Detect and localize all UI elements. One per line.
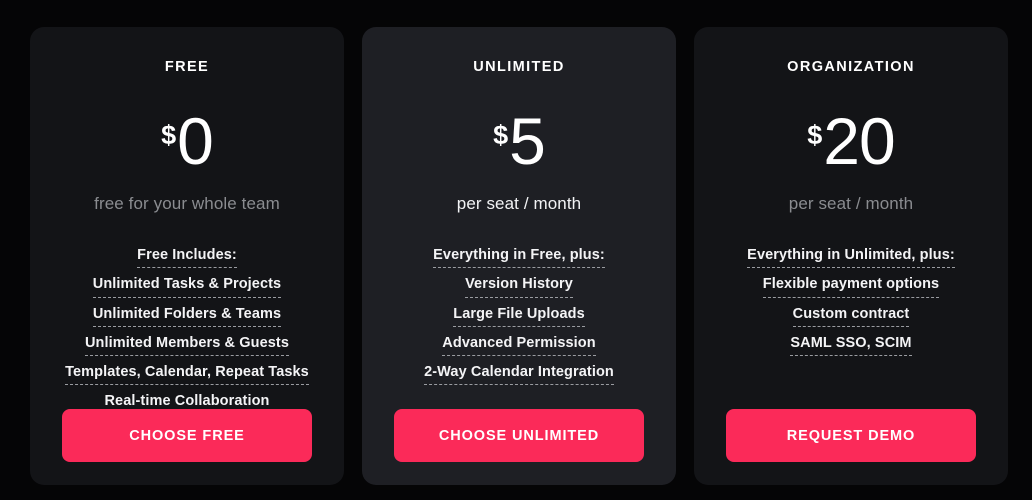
list-item: Version History [465, 276, 573, 298]
feature-list-unlimited: Everything in Free, plus: Version Histor… [362, 247, 676, 385]
currency-symbol: $ [161, 119, 177, 150]
list-item: Unlimited Folders & Teams [92, 306, 282, 327]
list-item: Flexible payment options [762, 276, 940, 298]
list-item: Advanced Permission [442, 335, 596, 356]
currency-symbol: $ [493, 119, 509, 150]
plan-card-organization: ORGANIZATION $ 20 per seat / month Every… [694, 27, 1008, 485]
list-item: Free Includes: [137, 247, 237, 269]
price-amount: 20 [823, 103, 895, 178]
pricing-plans-container: FREE $ 0 free for your whole team Free I… [0, 0, 1032, 500]
plan-name-free: FREE [164, 59, 210, 75]
price-amount: 0 [177, 103, 214, 178]
plan-price-note-free: free for your whole team [94, 193, 280, 213]
plan-price-organization: $ 20 [807, 103, 895, 178]
choose-free-button[interactable]: CHOOSE FREE [62, 409, 312, 462]
request-demo-button[interactable]: REQUEST DEMO [726, 409, 976, 462]
list-item: Everything in Free, plus: [433, 247, 605, 269]
list-item: Unlimited Members & Guests [84, 335, 290, 356]
list-item: Large File Uploads [453, 306, 585, 327]
list-item: SAML SSO, SCIM [790, 335, 912, 356]
plan-price-note-unlimited: per seat / month [456, 193, 582, 213]
price-amount: 5 [509, 103, 546, 178]
currency-symbol: $ [807, 119, 823, 150]
choose-unlimited-button[interactable]: CHOOSE UNLIMITED [394, 409, 644, 462]
plan-card-free: FREE $ 0 free for your whole team Free I… [30, 27, 344, 485]
plan-price-note-organization: per seat / month [788, 193, 914, 213]
plan-name-organization: ORGANIZATION [787, 59, 915, 75]
list-item: Unlimited Tasks & Projects [92, 276, 282, 298]
list-item: 2-Way Calendar Integration [424, 364, 614, 385]
list-item: Everything in Unlimited, plus: [747, 247, 955, 269]
feature-list-free: Free Includes: Unlimited Tasks & Project… [30, 247, 344, 414]
feature-list-organization: Everything in Unlimited, plus: Flexible … [694, 247, 1008, 356]
plan-name-unlimited: UNLIMITED [473, 59, 565, 75]
plan-price-free: $ 0 [161, 103, 214, 178]
plan-card-unlimited: UNLIMITED $ 5 per seat / month Everythin… [362, 27, 676, 485]
list-item: Templates, Calendar, Repeat Tasks [65, 364, 309, 385]
list-item: Custom contract [792, 306, 910, 327]
plan-price-unlimited: $ 5 [493, 103, 546, 178]
